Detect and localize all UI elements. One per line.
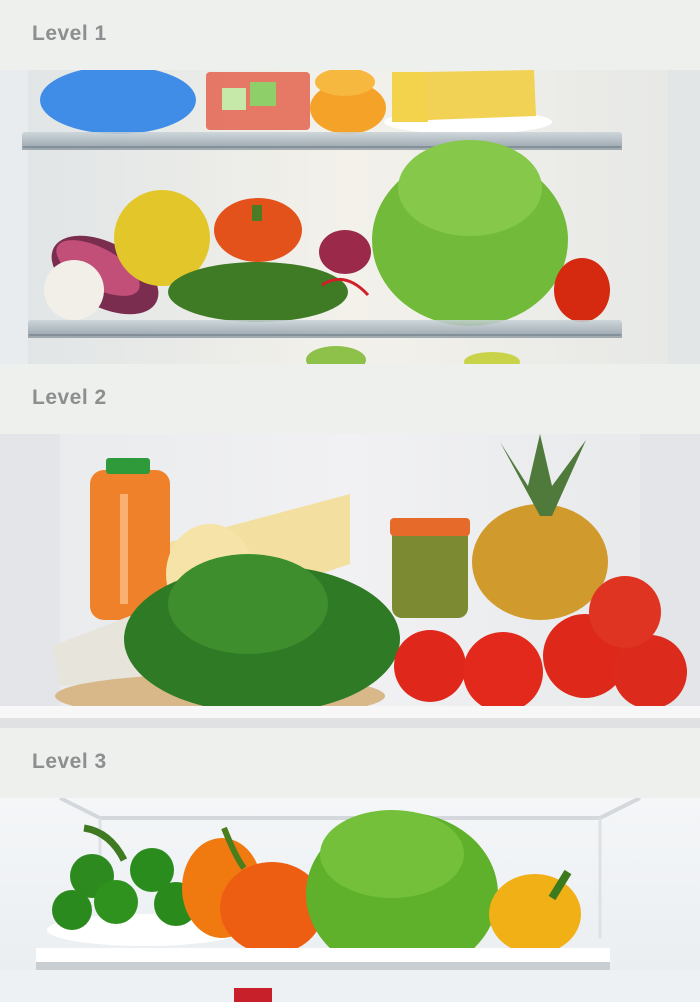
level-3-title: Level 3 bbox=[32, 750, 107, 773]
level-3-photo[interactable] bbox=[0, 798, 700, 1002]
level-2-header: Level 2 bbox=[0, 364, 700, 434]
tomato bbox=[554, 258, 610, 322]
garlic bbox=[44, 260, 104, 320]
onion bbox=[319, 230, 371, 274]
level-2-photo[interactable] bbox=[0, 434, 700, 728]
yellow-pepper bbox=[489, 874, 581, 954]
fridge-shelf-photo-icon bbox=[0, 798, 700, 1002]
glass-shelf bbox=[22, 132, 622, 148]
fridge-levels-page: Level 1 Level 2 Level 3 bbox=[0, 0, 700, 1002]
pineapple bbox=[472, 504, 608, 620]
level-3-header: Level 3 bbox=[0, 728, 700, 798]
level-1-title: Level 1 bbox=[32, 22, 107, 45]
level-1-header: Level 1 bbox=[0, 0, 700, 70]
fridge-shelf-photo-icon bbox=[0, 70, 700, 364]
tomatoes bbox=[394, 630, 466, 702]
fridge-shelf-photo-icon bbox=[0, 434, 700, 728]
level-2-title: Level 2 bbox=[32, 386, 107, 409]
level-1-photo[interactable] bbox=[0, 70, 700, 364]
cheese bbox=[392, 72, 430, 122]
dill bbox=[168, 262, 348, 322]
